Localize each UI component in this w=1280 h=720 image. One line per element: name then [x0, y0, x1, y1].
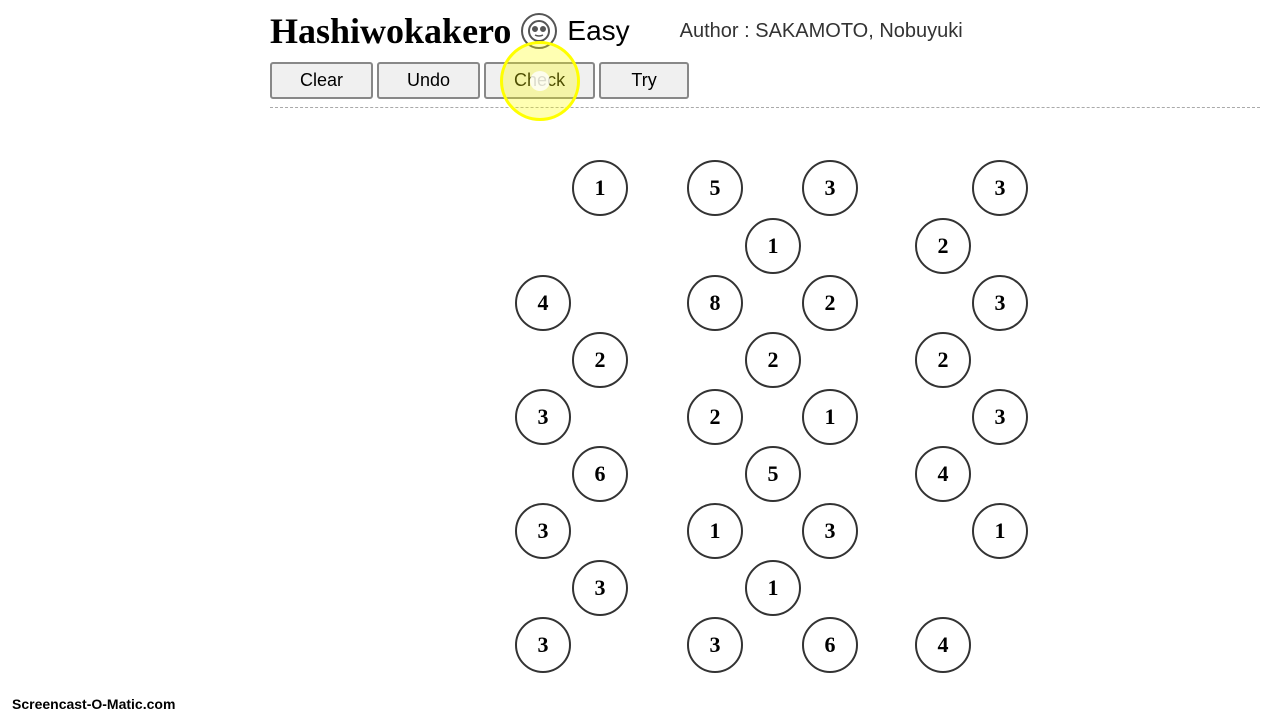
- game-area[interactable]: 153312482322232136543131313364: [0, 108, 1280, 708]
- node-n23[interactable]: 3: [802, 503, 858, 559]
- node-n17[interactable]: 3: [972, 389, 1028, 445]
- node-n9[interactable]: 2: [802, 275, 858, 331]
- node-n4[interactable]: 3: [972, 160, 1028, 216]
- node-n27[interactable]: 3: [515, 617, 571, 673]
- author-label: Author : SAKAMOTO, Nobuyuki: [680, 20, 963, 43]
- node-n20[interactable]: 4: [915, 446, 971, 502]
- node-n21[interactable]: 3: [515, 503, 571, 559]
- toolbar: Clear Undo Check Try: [0, 57, 1280, 107]
- node-n19[interactable]: 5: [745, 446, 801, 502]
- difficulty-label: Easy: [567, 15, 629, 47]
- app-icon: [521, 13, 557, 49]
- node-n5[interactable]: 1: [745, 218, 801, 274]
- node-n8[interactable]: 8: [687, 275, 743, 331]
- node-n12[interactable]: 2: [745, 332, 801, 388]
- node-n6[interactable]: 2: [915, 218, 971, 274]
- node-n28[interactable]: 3: [687, 617, 743, 673]
- watermark: Screencast-O-Matic.com: [12, 696, 175, 712]
- node-n3[interactable]: 3: [802, 160, 858, 216]
- node-n11[interactable]: 2: [572, 332, 628, 388]
- node-n25[interactable]: 3: [572, 560, 628, 616]
- node-n18[interactable]: 6: [572, 446, 628, 502]
- try-button[interactable]: Try: [599, 62, 689, 99]
- node-n29[interactable]: 6: [802, 617, 858, 673]
- node-n14[interactable]: 3: [515, 389, 571, 445]
- node-n2[interactable]: 5: [687, 160, 743, 216]
- node-n26[interactable]: 1: [745, 560, 801, 616]
- node-n30[interactable]: 4: [915, 617, 971, 673]
- node-n10[interactable]: 3: [972, 275, 1028, 331]
- check-button[interactable]: Check: [484, 62, 595, 99]
- node-n24[interactable]: 1: [972, 503, 1028, 559]
- node-n15[interactable]: 2: [687, 389, 743, 445]
- node-n1[interactable]: 1: [572, 160, 628, 216]
- app-title: Hashiwokakero: [270, 10, 511, 52]
- node-n22[interactable]: 1: [687, 503, 743, 559]
- node-n7[interactable]: 4: [515, 275, 571, 331]
- undo-button[interactable]: Undo: [377, 62, 480, 99]
- node-n13[interactable]: 2: [915, 332, 971, 388]
- header: Hashiwokakero Easy Author : SAKAMOTO, No…: [0, 0, 1280, 57]
- clear-button[interactable]: Clear: [270, 62, 373, 99]
- node-n16[interactable]: 1: [802, 389, 858, 445]
